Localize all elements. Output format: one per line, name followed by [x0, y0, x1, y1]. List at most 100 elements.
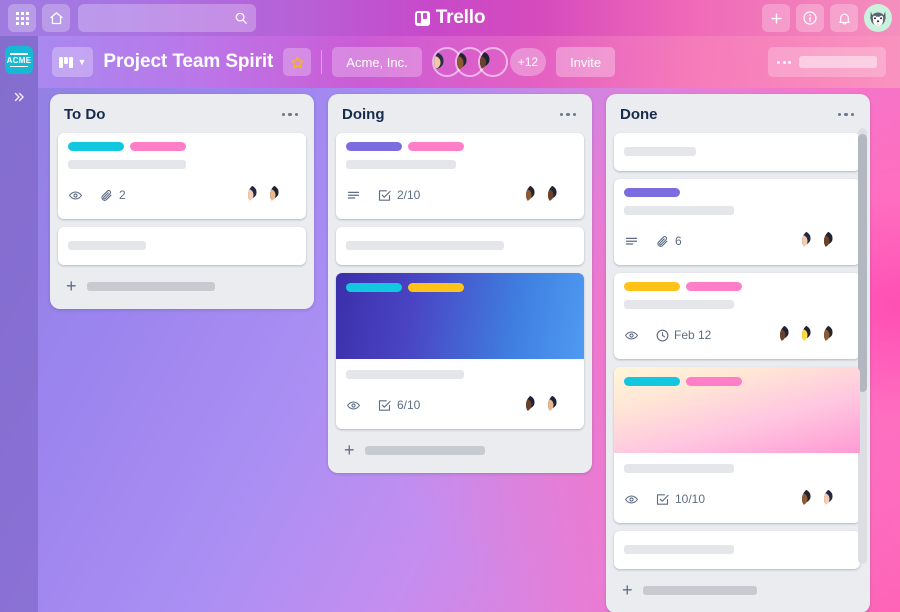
board-icon [59, 56, 73, 68]
card[interactable]: 10/10 [614, 367, 860, 523]
board-switcher-button[interactable]: ▼ [52, 47, 94, 77]
card-member-avatar[interactable] [822, 227, 850, 255]
card-footer: 10/10 [624, 485, 850, 513]
card-member-avatar[interactable] [546, 181, 574, 209]
card-labels [624, 188, 850, 197]
list-menu-button[interactable] [558, 109, 579, 121]
due-date-text: Feb 12 [674, 328, 712, 342]
notifications-button[interactable] [830, 4, 858, 32]
card-container: 2 [58, 133, 306, 265]
description-icon [347, 191, 360, 199]
card-member-avatar[interactable] [268, 181, 296, 209]
card-label[interactable] [346, 142, 402, 151]
plus-icon: + [344, 440, 355, 460]
card-title-placeholder [68, 160, 186, 169]
card-labels [346, 142, 574, 151]
checklist-badge: 10/10 [655, 492, 705, 507]
card[interactable]: 6/10 [336, 273, 584, 429]
list-menu-button[interactable] [280, 109, 301, 121]
card[interactable]: 2/10 [336, 133, 584, 219]
brand-name: Trello [435, 7, 486, 28]
apps-grid-icon[interactable] [8, 4, 36, 32]
card-footer: 6/10 [346, 391, 574, 419]
board-member-avatar[interactable] [477, 47, 508, 77]
list-scrollbar[interactable] [858, 128, 867, 564]
add-card-button[interactable]: + [614, 569, 862, 605]
board-menu-placeholder [799, 56, 877, 68]
card-label[interactable] [624, 188, 680, 197]
list-doing: Doing 2/10 6/10 + [328, 94, 592, 473]
plus-icon: + [66, 276, 77, 296]
search-input[interactable] [86, 12, 234, 24]
star-board-button[interactable] [283, 48, 312, 76]
trello-app: Trello ACME ▼ Project Team Spirit Acme, … [0, 0, 900, 612]
info-button[interactable] [796, 4, 824, 32]
description-badge [346, 188, 361, 203]
watch-badge [346, 398, 361, 413]
watch-badge [624, 328, 639, 343]
card-label[interactable] [686, 282, 742, 291]
card-members [246, 181, 296, 209]
card-label[interactable] [408, 283, 464, 292]
card-members [524, 181, 574, 209]
checklist-count: 10/10 [675, 492, 706, 506]
add-button[interactable] [762, 4, 790, 32]
card[interactable] [336, 227, 584, 265]
list-header: To Do [58, 102, 306, 133]
card-label[interactable] [346, 283, 402, 292]
invite-label: Invite [570, 54, 602, 70]
card-member-avatar[interactable] [822, 485, 850, 513]
attachment-count: 2 [119, 188, 126, 202]
chevron-down-icon: ▼ [77, 57, 87, 67]
card-label[interactable] [686, 377, 742, 386]
description-icon [625, 237, 638, 245]
home-button[interactable] [42, 4, 70, 32]
card-label[interactable] [624, 377, 680, 386]
add-card-button[interactable]: + [336, 429, 584, 465]
watch-badge [68, 188, 83, 203]
top-nav-actions [762, 4, 892, 32]
card[interactable]: 2 [58, 133, 306, 219]
card[interactable] [614, 531, 860, 569]
card-member-avatar[interactable] [822, 321, 850, 349]
card-label[interactable] [408, 142, 464, 151]
invite-button[interactable]: Invite [556, 47, 616, 77]
checklist-badge: 6/10 [377, 398, 420, 413]
card[interactable]: 6 [614, 179, 860, 265]
card-label[interactable] [68, 142, 124, 151]
home-icon [49, 11, 63, 24]
grid-apps-icon [15, 11, 29, 25]
card-cover [336, 273, 584, 359]
card[interactable] [58, 227, 306, 265]
list-menu-button[interactable] [836, 109, 857, 121]
workspace-logo[interactable]: ACME [5, 46, 33, 74]
list-scrollbar-thumb[interactable] [858, 134, 867, 392]
card-title-placeholder [346, 160, 456, 169]
card-label[interactable] [130, 142, 186, 151]
search-box[interactable] [78, 4, 256, 32]
board-header-right [768, 47, 886, 77]
list-title: Doing [342, 106, 385, 123]
list-header: Done [614, 102, 862, 133]
card-member-avatar[interactable] [546, 391, 574, 419]
organization-label: Acme, Inc. [346, 54, 408, 70]
board-members: +12 [431, 47, 547, 77]
card[interactable]: Feb 12 [614, 273, 860, 359]
due-date-badge: Feb 12 [655, 328, 711, 343]
add-card-button[interactable]: + [58, 265, 306, 301]
board-menu-button[interactable] [768, 47, 886, 77]
board-canvas: To Do 2 + Doing 2/10 6/10 + Done 6 Feb 1… [38, 88, 900, 612]
sidebar-expand-button[interactable] [12, 90, 26, 107]
search-icon [235, 12, 247, 24]
profile-avatar[interactable] [864, 4, 892, 32]
organization-button[interactable]: Acme, Inc. [332, 47, 422, 77]
checklist-badge: 2/10 [377, 188, 420, 203]
top-navigation-bar: Trello [0, 0, 900, 36]
members-overflow-count[interactable]: +12 [509, 48, 547, 76]
plus-icon: + [622, 580, 633, 600]
card-title-placeholder [624, 300, 734, 309]
card[interactable] [614, 133, 860, 171]
list-title: Done [620, 106, 658, 123]
card-label[interactable] [624, 282, 680, 291]
add-card-placeholder [364, 445, 485, 455]
